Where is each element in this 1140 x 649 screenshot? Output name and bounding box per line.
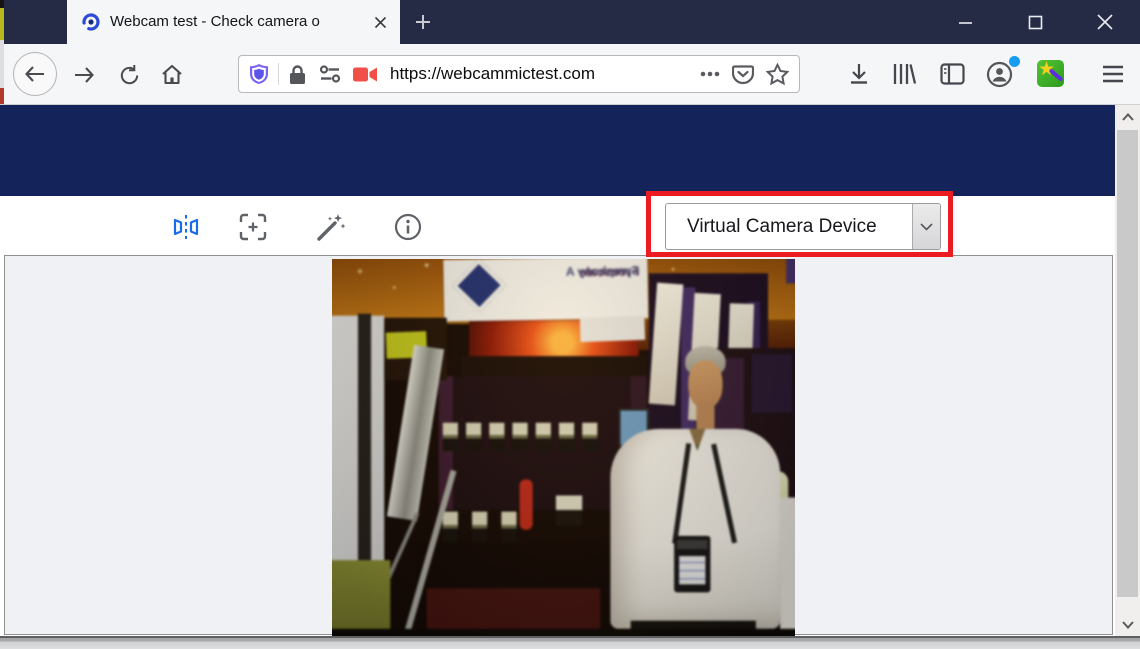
extension-icon[interactable]: ★ xyxy=(1037,60,1064,87)
lock-icon[interactable] xyxy=(288,64,307,85)
webcam-video: Freescale Symphony A xyxy=(332,259,795,636)
scrollbar-thumb[interactable] xyxy=(1117,130,1138,597)
info-icon[interactable] xyxy=(392,211,424,243)
menu-hamburger-icon[interactable] xyxy=(1099,60,1127,88)
vertical-scrollbar[interactable] xyxy=(1115,105,1140,637)
window-minimize-button[interactable] xyxy=(950,8,980,36)
site-header: Webcam Microphone Headphones Take snapsh… xyxy=(0,105,1115,196)
permissions-icon[interactable] xyxy=(319,65,341,83)
urlbar-separator xyxy=(278,63,279,85)
reload-button[interactable] xyxy=(113,59,145,91)
library-icon[interactable] xyxy=(889,60,917,88)
new-tab-button[interactable] xyxy=(408,8,438,36)
url-text[interactable]: https://webcammictest.com xyxy=(390,64,595,84)
scroll-down-icon[interactable] xyxy=(1115,613,1140,637)
browser-tab-active[interactable]: Webcam test - Check camera o xyxy=(67,0,400,44)
window-close-button[interactable] xyxy=(1090,8,1120,36)
window-maximize-button[interactable] xyxy=(1020,8,1050,36)
camera-device-select-value: Virtual Camera Device xyxy=(666,204,912,249)
fullscreen-focus-icon[interactable] xyxy=(237,211,269,243)
tab-close-icon[interactable] xyxy=(370,12,390,32)
video-frame: Freescale Symphony A xyxy=(4,255,1113,635)
tracking-protection-shield-icon[interactable] xyxy=(249,63,269,85)
account-notification-dot xyxy=(1009,56,1020,67)
address-bar[interactable]: https://webcammictest.com xyxy=(238,55,800,93)
tab-title: Webcam test - Check camera o xyxy=(110,12,366,32)
camera-device-select[interactable]: Virtual Camera Device xyxy=(665,203,941,250)
downloads-icon[interactable] xyxy=(845,60,873,88)
pocket-icon[interactable] xyxy=(732,64,754,85)
mirror-flip-icon[interactable] xyxy=(170,211,202,243)
sidebar-toggle-icon[interactable] xyxy=(938,60,966,88)
camera-in-use-icon[interactable] xyxy=(353,66,378,83)
bookmark-star-icon[interactable] xyxy=(766,63,789,85)
chevron-down-icon[interactable] xyxy=(912,204,940,249)
back-button[interactable] xyxy=(13,52,57,96)
scroll-up-icon[interactable] xyxy=(1115,105,1140,129)
page-content: Freescale Symphony A xyxy=(0,256,1140,649)
site-favicon-icon xyxy=(81,12,101,32)
window-bottom-edge xyxy=(0,636,1140,649)
firefox-window: Webcam test - Check camera o xyxy=(0,0,1140,649)
background-window-edge xyxy=(0,0,4,104)
tab-title-fade xyxy=(320,12,366,32)
forward-button[interactable] xyxy=(68,59,100,91)
effects-wand-icon[interactable] xyxy=(315,211,347,243)
page-actions-ellipsis-icon[interactable] xyxy=(700,71,720,77)
home-button[interactable] xyxy=(156,59,188,91)
